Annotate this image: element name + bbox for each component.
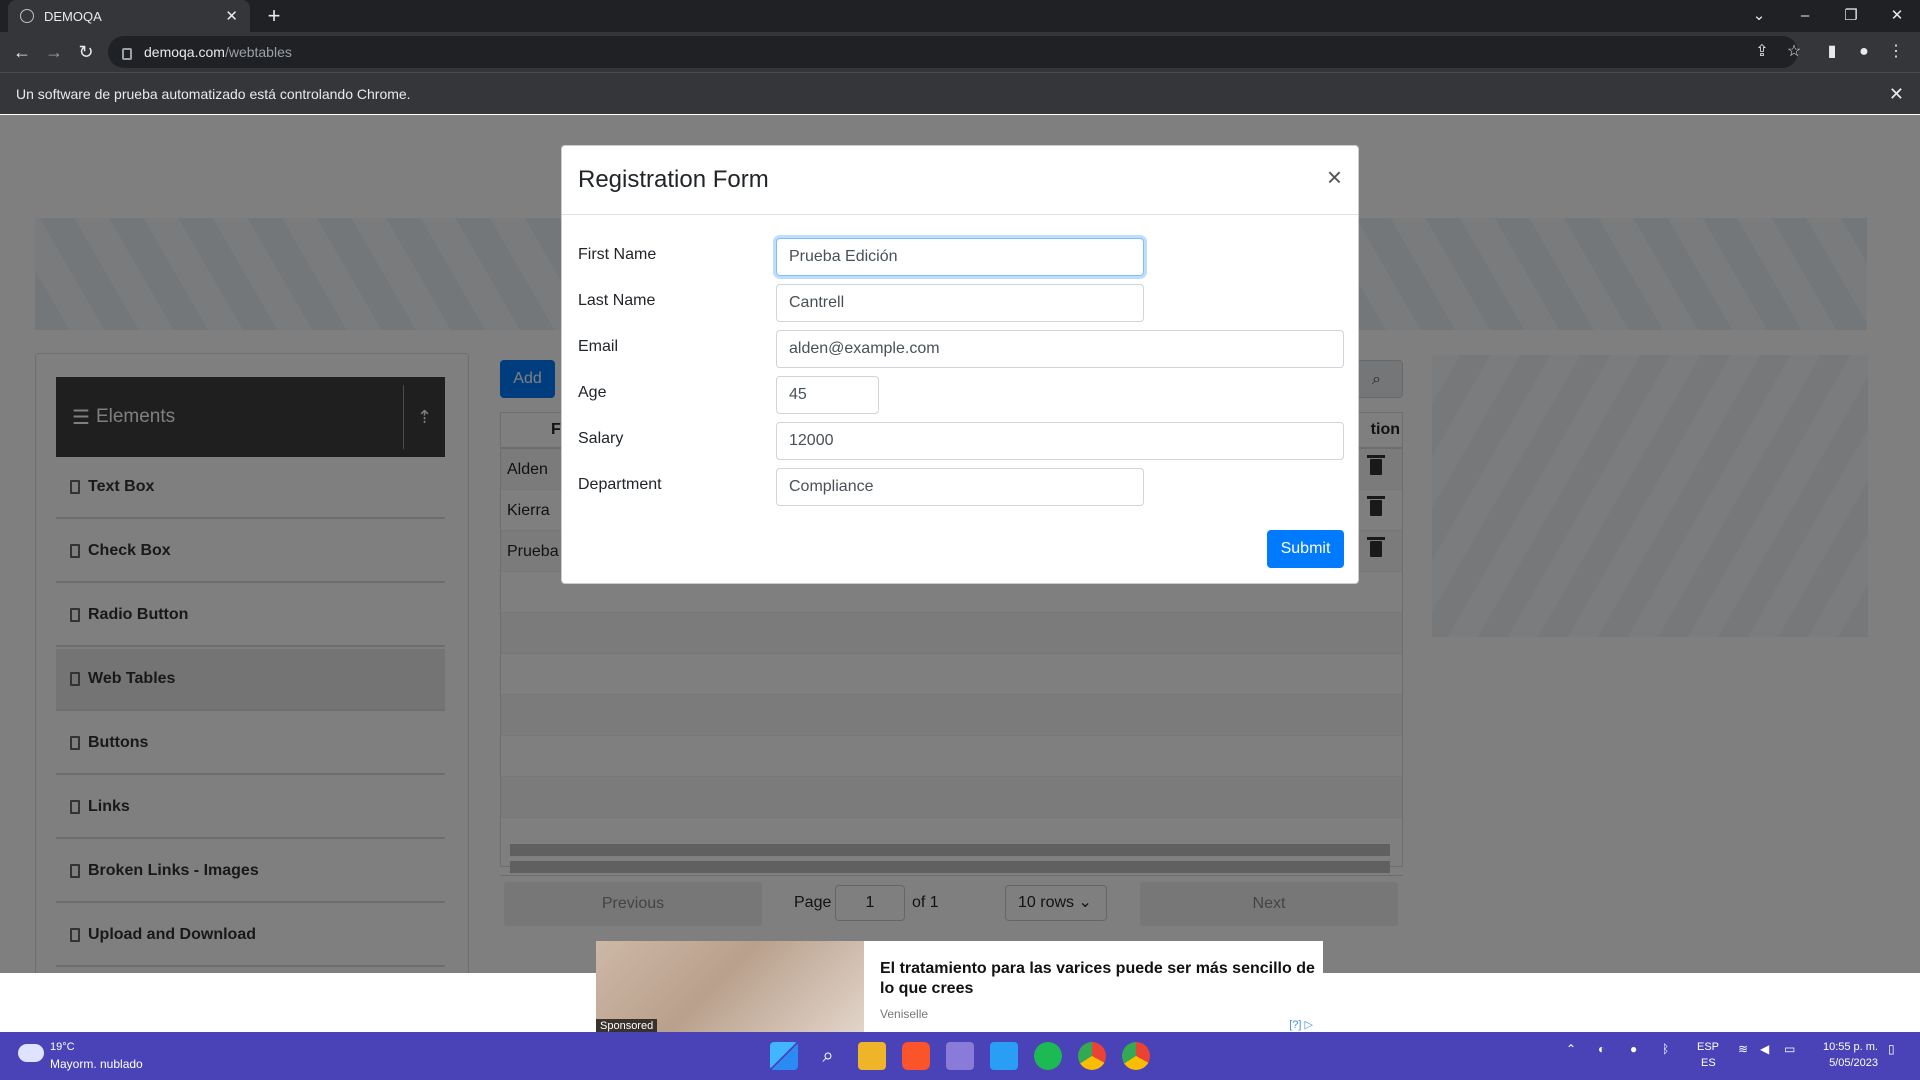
last-name-input[interactable]: Cantrell	[776, 284, 1144, 322]
spotify-icon[interactable]	[1034, 1042, 1062, 1070]
ad-title[interactable]: El tratamiento para las varices puede se…	[880, 959, 1320, 999]
department-row: Department Compliance	[578, 468, 1344, 508]
search-icon[interactable]: ⌕	[814, 1042, 842, 1070]
lock-icon	[122, 48, 132, 60]
menu-kebab-icon[interactable]: ⋮	[1884, 40, 1908, 64]
close-window-icon[interactable]: ✕	[1874, 0, 1920, 32]
tray-app-icon[interactable]: ●	[1630, 1042, 1637, 1056]
file-explorer-icon[interactable]	[858, 1042, 886, 1070]
close-tab-icon[interactable]: ✕	[225, 7, 238, 25]
language-indicator[interactable]: ESP	[1697, 1041, 1719, 1053]
restore-icon[interactable]: ❐	[1828, 0, 1874, 32]
windows-start-icon[interactable]	[770, 1042, 798, 1070]
bookmark-star-icon[interactable]: ☆	[1782, 40, 1806, 64]
email-input[interactable]: alden@example.com	[776, 330, 1344, 368]
close-icon[interactable]: ×	[1327, 164, 1342, 190]
sponsored-label: Sponsored	[596, 1019, 658, 1033]
show-hidden-icons-icon[interactable]: ⌃	[1566, 1042, 1576, 1056]
clock-date[interactable]: 5/05/2023	[1818, 1057, 1878, 1069]
automation-infobar: Un software de prueba automatizado está …	[0, 72, 1920, 114]
tab-title: DEMOQA	[44, 8, 102, 24]
weather-cloud-icon[interactable]	[18, 1044, 44, 1062]
vscode-icon[interactable]	[990, 1042, 1018, 1070]
registration-modal: Registration Form × First Name Prueba Ed…	[561, 145, 1359, 584]
ad-source: Veniselle	[880, 1007, 929, 1021]
tray-app-icon[interactable]: ◐	[1598, 1042, 1605, 1056]
minimize-icon[interactable]: –	[1782, 0, 1828, 32]
tab-search-icon[interactable]: ⌄	[1736, 0, 1782, 32]
email-label: Email	[578, 338, 619, 355]
last-name-label: Last Name	[578, 292, 656, 309]
close-infobar-icon[interactable]: ✕	[1889, 73, 1904, 115]
ad-info-icon[interactable]: [?] ▷	[1289, 1018, 1313, 1031]
reload-icon[interactable]: ↻	[72, 38, 100, 66]
clock-time[interactable]: 10:55 p. m.	[1818, 1041, 1878, 1053]
side-panel-icon[interactable]: ▮	[1820, 40, 1844, 64]
email-row: Email alden@example.com	[578, 330, 1344, 370]
new-tab-icon[interactable]: +	[262, 4, 286, 28]
browser-tab-bar: DEMOQA ✕ + ⌄ – ❐ ✕	[0, 0, 1920, 32]
browser-toolbar: ← → ↻ demoqa.com/webtables ⇪ ☆ ▮ ● ⋮	[0, 32, 1920, 72]
last-name-row: Last Name Cantrell	[578, 284, 1344, 324]
age-row: Age 45	[578, 376, 1344, 416]
brave-browser-icon[interactable]	[902, 1042, 930, 1070]
forward-icon[interactable]: →	[40, 38, 68, 66]
wifi-icon[interactable]: ≋	[1738, 1042, 1748, 1056]
keyboard-layout-indicator[interactable]: ES	[1701, 1057, 1716, 1069]
back-icon[interactable]: ←	[8, 38, 36, 66]
ad-info-label: [?]	[1289, 1019, 1302, 1031]
url-domain: demoqa.com	[144, 44, 225, 60]
volume-icon[interactable]: ◀	[1760, 1042, 1769, 1056]
first-name-label: First Name	[578, 246, 657, 263]
share-icon[interactable]: ⇪	[1750, 40, 1774, 64]
salary-input[interactable]: 12000	[776, 422, 1344, 460]
salary-row: Salary 12000	[578, 422, 1344, 462]
notifications-icon[interactable]: ▯	[1888, 1042, 1895, 1056]
first-name-input[interactable]: Prueba Edición	[776, 238, 1144, 276]
salary-label: Salary	[578, 430, 624, 447]
windows-taskbar: 19°C Mayorm. nublado ⌕ ⌃ ◐ ● ᛒ ESP ES ≋ …	[0, 1032, 1920, 1080]
submit-button[interactable]: Submit	[1267, 530, 1344, 568]
globe-icon	[20, 9, 34, 23]
ad-image[interactable]: Sponsored	[596, 941, 864, 1033]
age-input[interactable]: 45	[776, 376, 879, 414]
department-input[interactable]: Compliance	[776, 468, 1144, 506]
chrome-active-icon[interactable]	[1122, 1042, 1150, 1070]
department-label: Department	[578, 476, 662, 493]
browser-tab[interactable]: DEMOQA ✕	[8, 0, 250, 32]
bluetooth-icon[interactable]: ᛒ	[1662, 1042, 1669, 1056]
chrome-icon[interactable]	[1078, 1042, 1106, 1070]
infobar-text: Un software de prueba automatizado está …	[16, 86, 411, 102]
modal-title: Registration Form	[578, 166, 769, 193]
age-label: Age	[578, 384, 607, 401]
weather-description[interactable]: Mayorm. nublado	[50, 1057, 143, 1071]
battery-icon[interactable]: ▭	[1784, 1042, 1795, 1056]
address-bar[interactable]: demoqa.com/webtables	[108, 36, 1798, 68]
sponsored-ad[interactable]: Sponsored El tratamiento para las varice…	[596, 941, 1323, 1033]
weather-temperature[interactable]: 19°C	[50, 1041, 75, 1053]
visual-studio-icon[interactable]	[946, 1042, 974, 1070]
url-path: /webtables	[224, 44, 292, 60]
modal-header: Registration Form ×	[562, 146, 1358, 215]
profile-icon[interactable]: ●	[1852, 40, 1876, 64]
first-name-row: First Name Prueba Edición	[578, 238, 1344, 278]
